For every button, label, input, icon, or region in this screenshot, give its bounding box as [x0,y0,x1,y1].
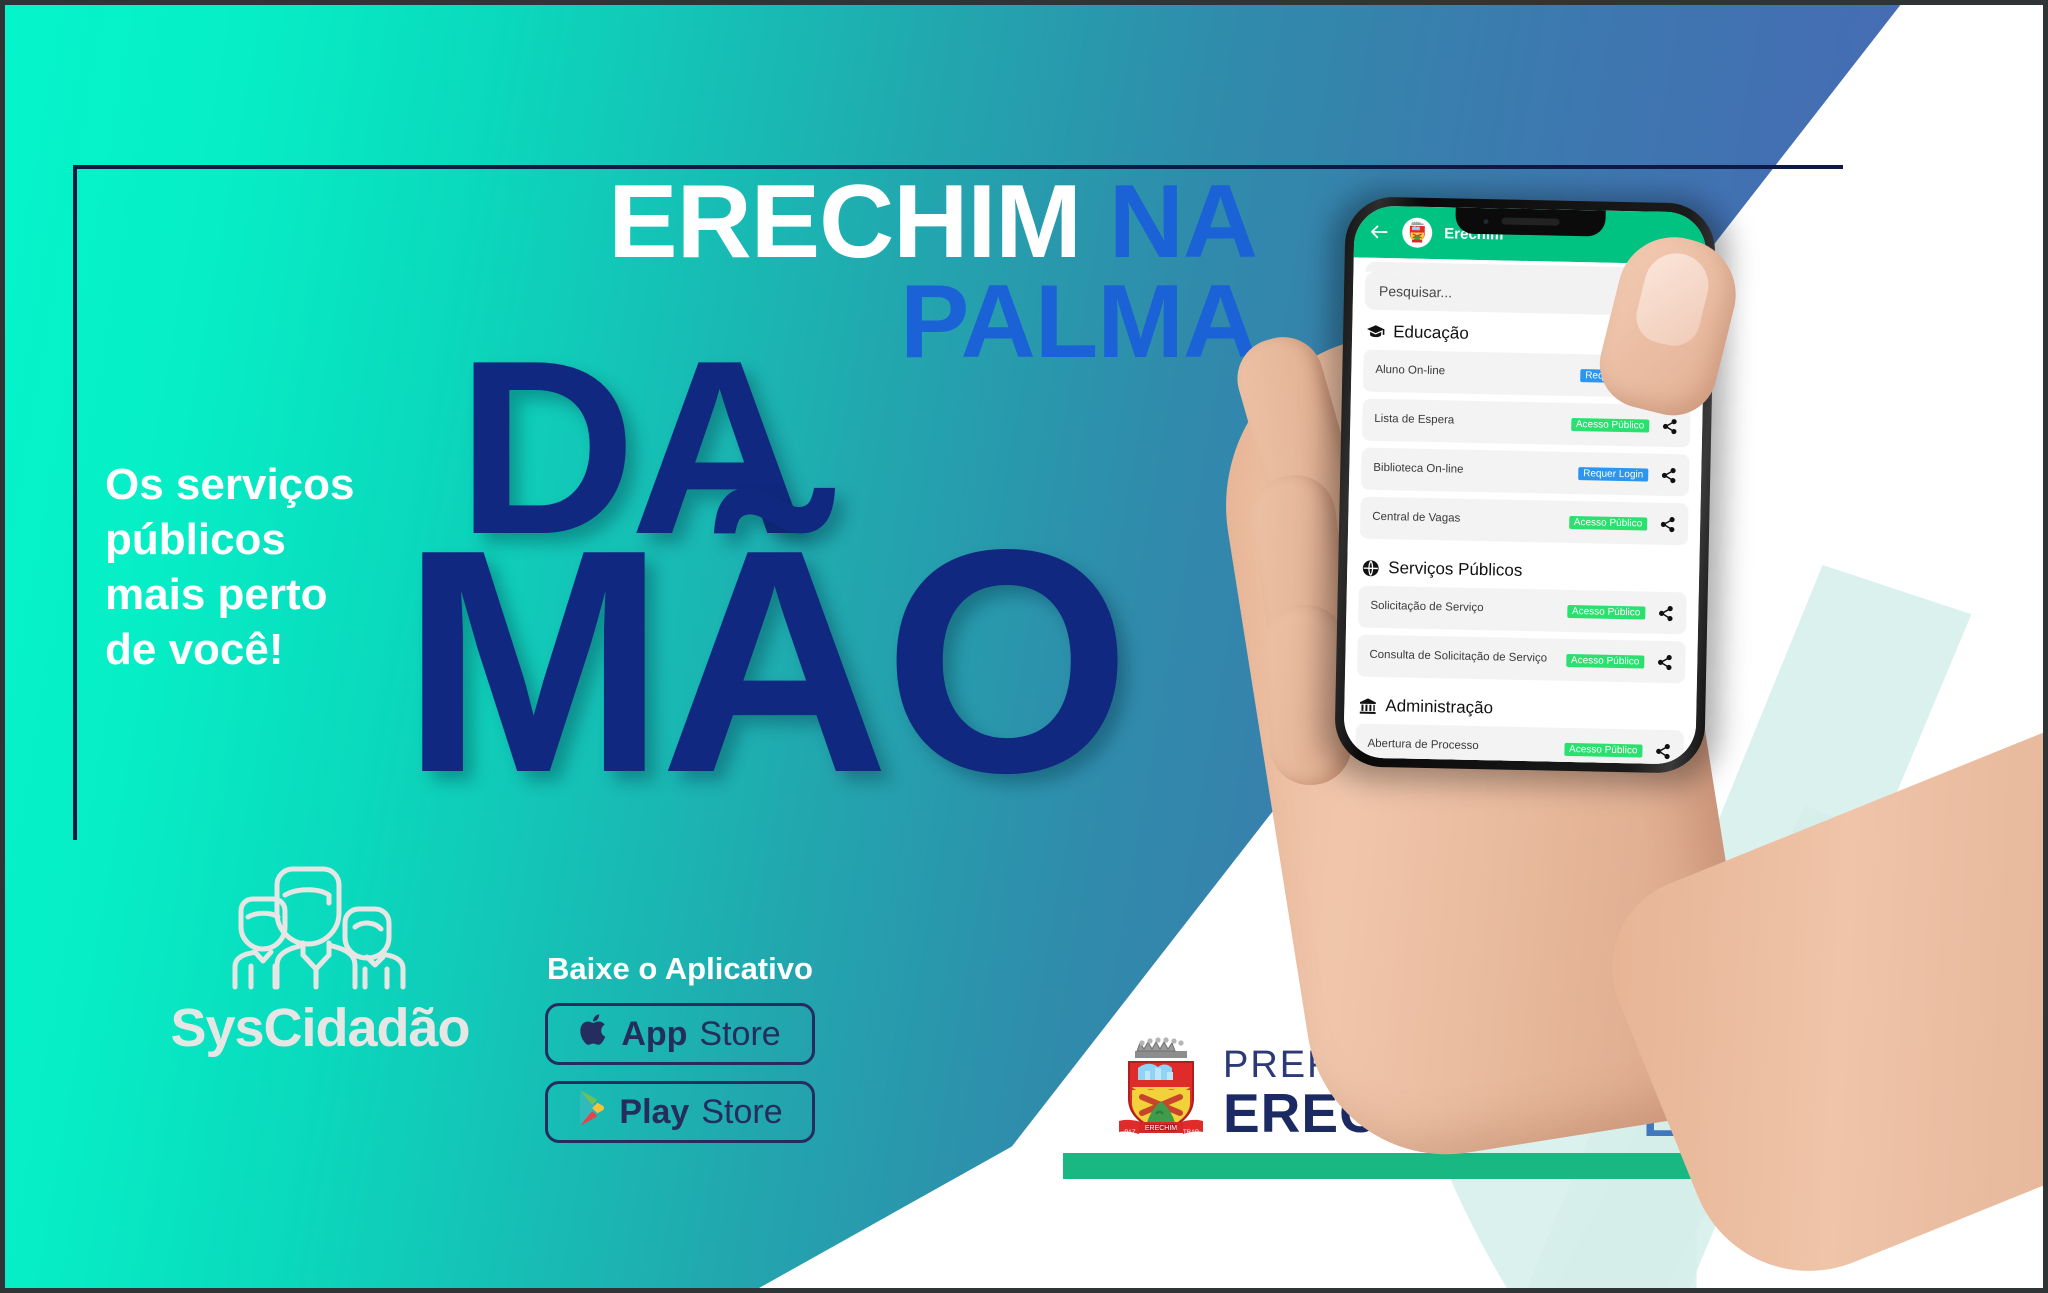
status-badge: Acesso Público [1570,417,1650,433]
accent-bar-green [1063,1153,1789,1179]
investe-erechim-logo: Investe Erechim [1643,1038,1929,1149]
download-title: Baixe o Aplicativo [547,951,813,986]
investe-text: Investe Erechim [1642,1038,1842,1148]
bank-icon [1358,696,1377,715]
avatar[interactable] [1401,217,1433,248]
play-store-button[interactable]: Play Store [545,1081,815,1143]
service-row[interactable]: Abertura de Processo Acesso Público [1355,723,1684,765]
service-row-label: Biblioteca On-line [1373,462,1464,477]
graduation-cap-icon [1366,322,1385,341]
tagline-line-4: de você! [105,625,284,674]
syscidadao-brand: SysCidadão [155,851,485,1059]
headline-na: NA [1108,164,1258,280]
share-icon[interactable] [1662,368,1679,385]
prefeitura-text: PREFEITURA DE ERECHIM [1223,1046,1551,1141]
globe-icon [1361,558,1380,577]
smartphone-mockup: Erechim Pesquisar... [1319,189,1731,789]
download-section: Baixe o Aplicativo App Store Play Store [545,951,815,1159]
prefeitura-line-2: ERECHIM [1223,1082,1484,1144]
front-camera [1483,219,1489,225]
big-word-mao: MÃO [401,484,1131,839]
investe-pinwheel-icon [1857,1038,1929,1149]
play-store-label-bold: Play [619,1092,690,1131]
svg-text:TRAB: TRAB [1183,1130,1199,1136]
service-row[interactable]: Lista de Espera Acesso Público [1361,398,1691,448]
share-icon[interactable] [1659,515,1676,532]
service-category-header: Serviços Públicos [1359,546,1688,593]
status-badge: Requer Login [1580,368,1651,384]
prefeitura-logo: ERECHIM PAZ TRAB PREFEITURA DE ERECHIM [1115,1035,1551,1152]
app-store-button[interactable]: App Store [545,1003,815,1065]
service-row-label: Central de Vagas [1372,511,1461,526]
google-play-icon [577,1090,607,1134]
headline-erechim: ERECHIM [608,164,1082,280]
svg-text:ERECHIM: ERECHIM [1145,1125,1177,1132]
share-icon[interactable] [1656,653,1673,670]
app-store-label-bold: App [621,1014,688,1053]
search-container: Pesquisar... [1352,257,1706,317]
share-icon[interactable] [1654,742,1671,759]
syscidadao-label: SysCidadão [170,998,470,1058]
service-row[interactable]: Solicitação de Serviço Acesso Público [1357,585,1687,635]
erechim-coat-of-arms-icon: ERECHIM PAZ TRAB [1115,1035,1207,1152]
status-badge: Acesso Público [1566,604,1646,620]
status-badge: Acesso Público [1568,515,1648,531]
investe-line-1: Investe [1642,1038,1816,1097]
tagline-line-3: mais perto [105,570,328,619]
overflow-dot [1675,270,1680,275]
phone-body: Erechim Pesquisar... [1334,196,1716,774]
app-store-label-regular: Store [699,1014,781,1053]
service-category-label: Serviços Públicos [1388,558,1523,580]
share-icon[interactable] [1657,604,1674,621]
status-badge: Acesso Público [1565,653,1645,669]
prefeitura-line-1: PREFEITURA DE [1223,1044,1551,1086]
phone-notch [1455,207,1606,237]
service-row-label: Aluno On-line [1375,364,1446,378]
status-badge: Requer Login [1578,466,1649,482]
status-badge: Acesso Público [1563,742,1643,758]
people-group-icon [155,851,485,991]
share-icon[interactable] [1661,417,1678,434]
service-row-label: Consulta de Solicitação de Serviço [1369,649,1548,665]
service-category-header: Educação [1364,310,1693,357]
svg-text:PAZ: PAZ [1124,1130,1136,1136]
headline-line-1: ERECHIM NA [5,170,1258,274]
earpiece-speaker [1501,217,1560,226]
service-row-label: Abertura de Processo [1367,738,1479,753]
service-category-header: Administração [1356,684,1685,731]
service-row[interactable]: Biblioteca On-line Requer Login [1360,447,1690,497]
share-icon[interactable] [1660,466,1677,483]
service-category-label: Administração [1385,696,1494,718]
service-list[interactable]: Educação Aluno On-line Requer Login Lista d… [1343,309,1705,765]
service-row-label: Lista de Espera [1374,413,1455,427]
tagline-line-1: Os serviços [105,460,355,509]
tagline-line-2: públicos [105,515,286,564]
service-row[interactable]: Aluno On-line Requer Login [1362,349,1692,399]
back-arrow-icon[interactable] [1368,221,1390,243]
search-input[interactable]: Pesquisar... [1364,271,1694,317]
play-store-label-regular: Store [701,1092,783,1131]
investe-line-2: Erechim [1642,1089,1842,1148]
partner-logos: ERECHIM PAZ TRAB PREFEITURA DE ERECHIM I… [1115,1035,1929,1152]
service-category-label: Educação [1392,322,1469,343]
service-row[interactable]: Central de Vagas Acesso Público [1359,496,1689,546]
service-row-label: Solicitação de Serviço [1370,600,1484,615]
apple-icon [579,1013,609,1056]
search-icon[interactable] [1663,289,1679,305]
promotional-banner: ERECHIM NA PALMA DA MÃO Os serviços públ… [0,0,2048,1293]
service-row[interactable]: Consulta de Solicitação de Serviço Acesso… [1356,634,1686,684]
tagline: Os serviços públicos mais perto de você! [105,457,435,677]
phone-screen: Erechim Pesquisar... [1343,205,1707,765]
search-placeholder: Pesquisar... [1378,282,1453,301]
